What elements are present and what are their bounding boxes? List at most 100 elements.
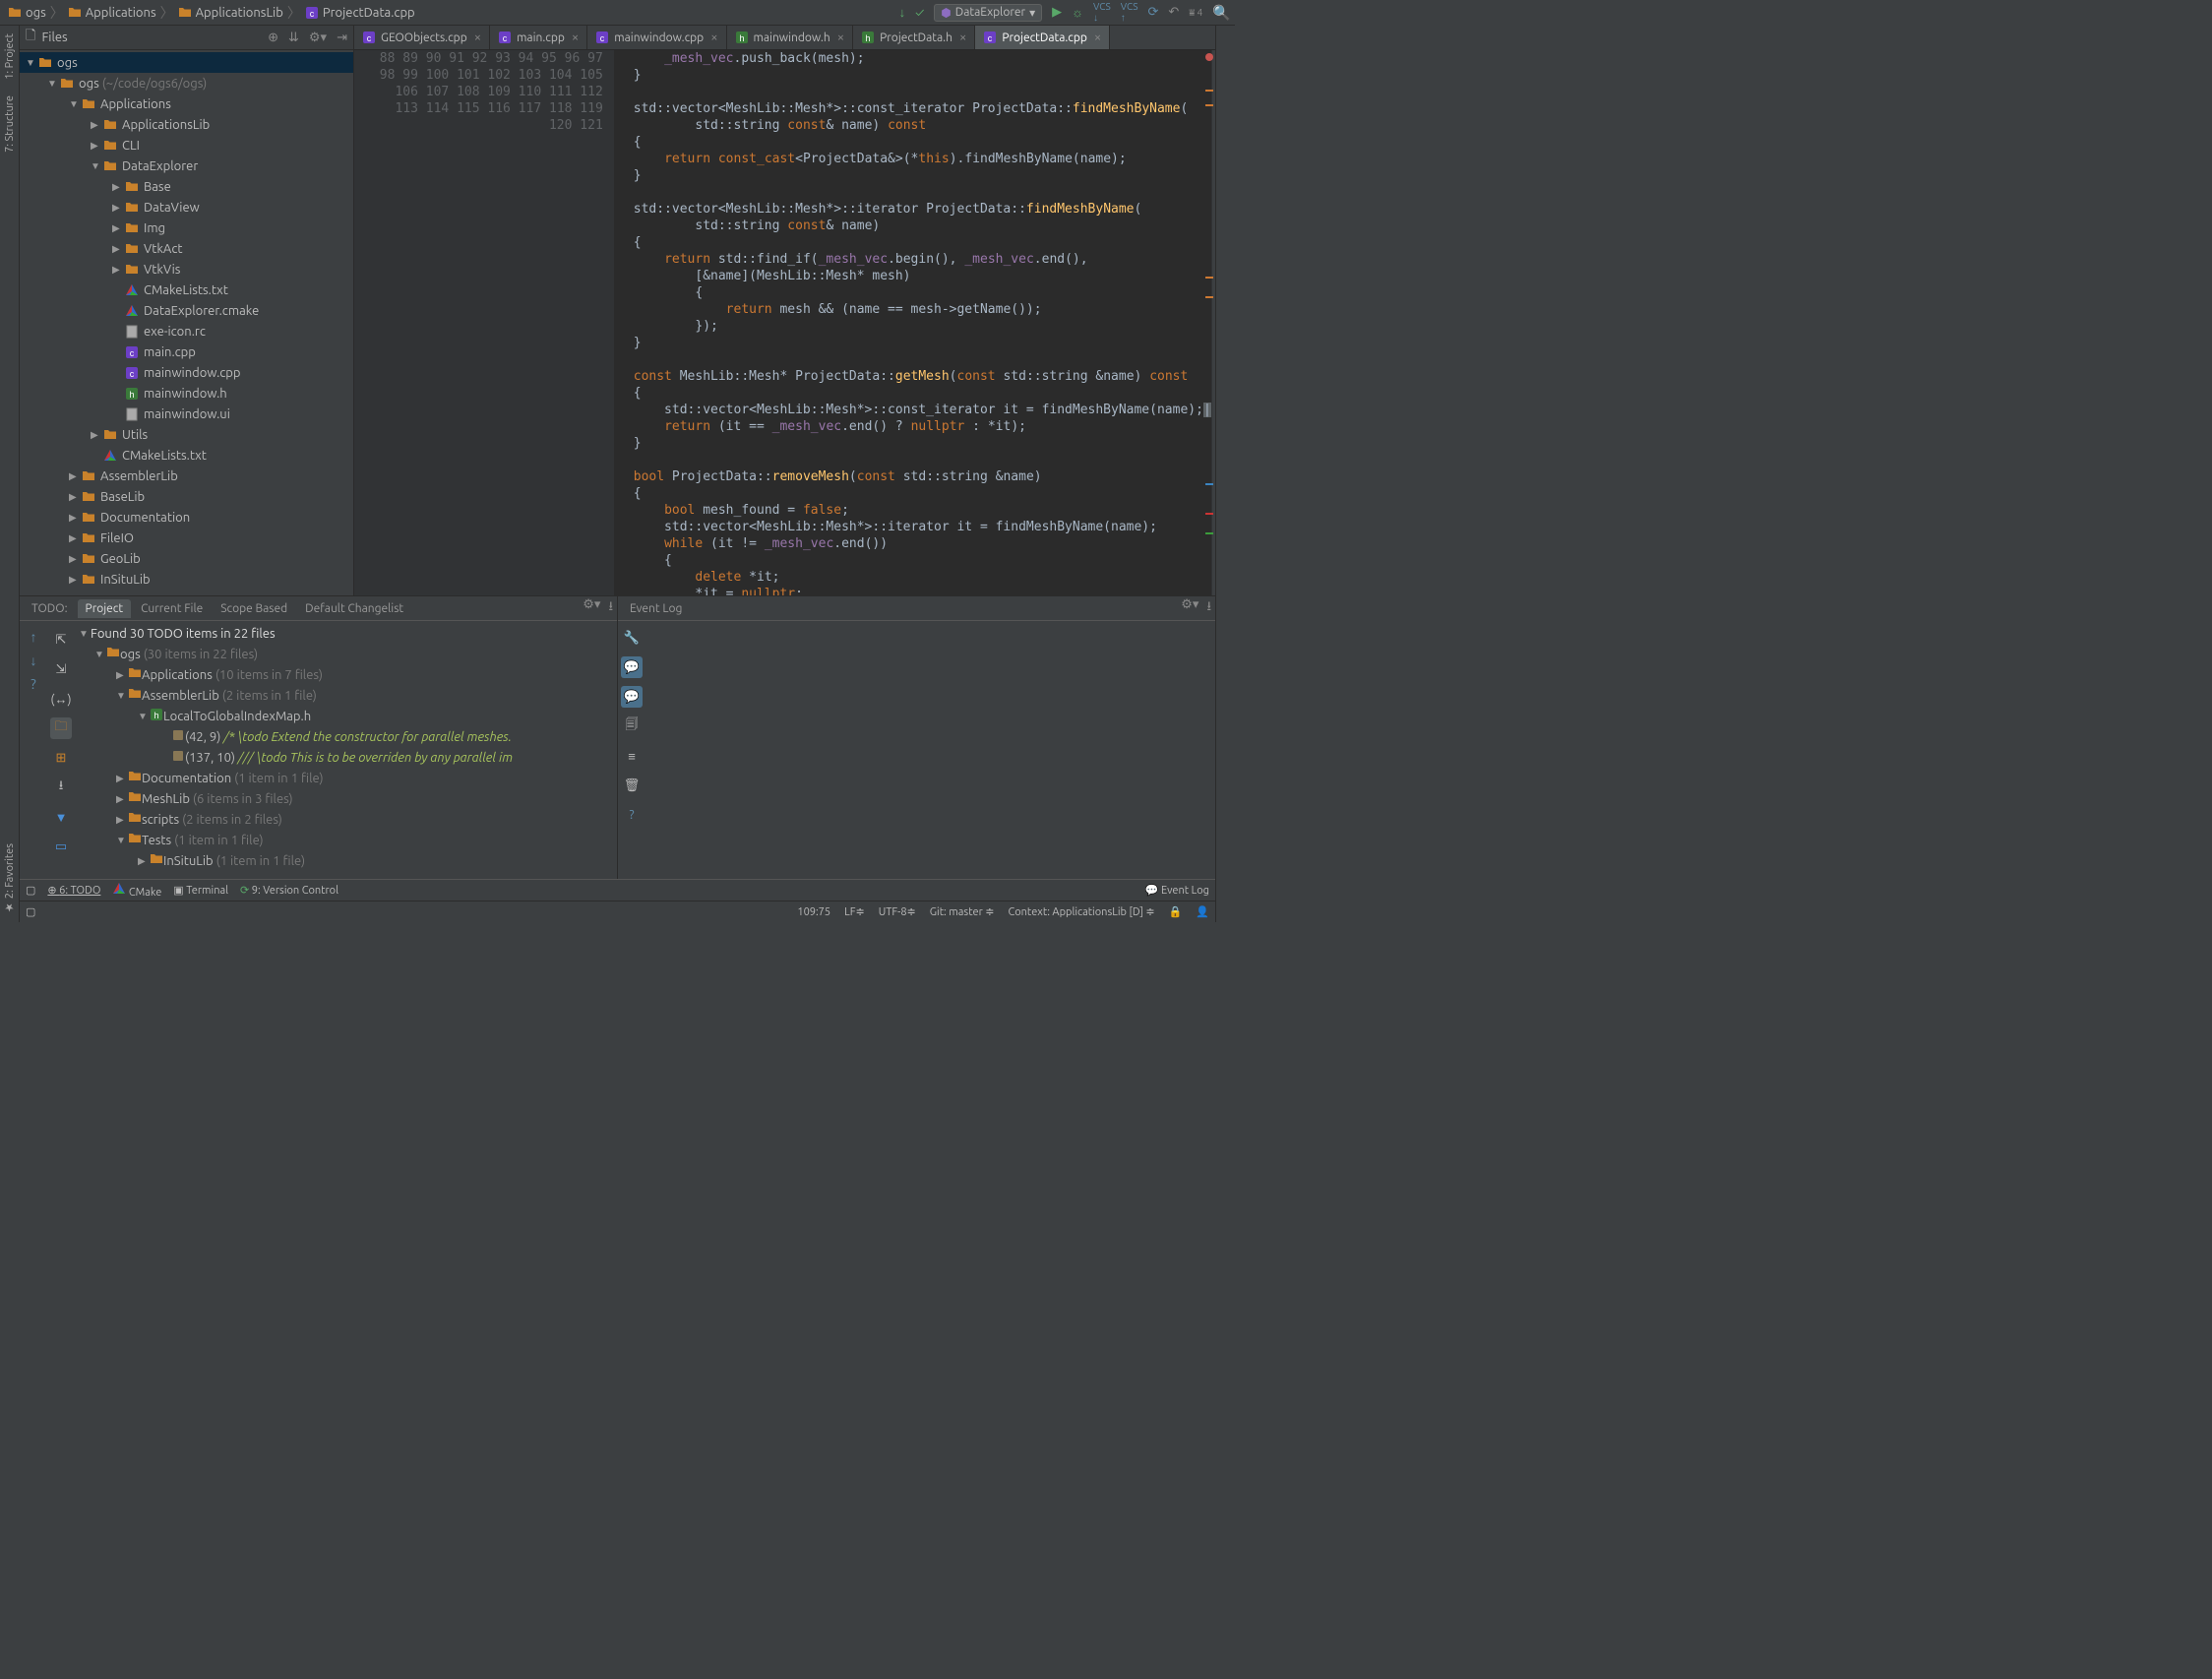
tree-item[interactable]: ▶FileIO [20,528,353,548]
copy-icon[interactable]: 🗐 [621,715,643,737]
tree-item[interactable]: ▼ogs (~/code/ogs6/ogs) [20,73,353,93]
gear-icon[interactable]: ⚙▾ [1181,597,1198,619]
todo-scope-tab[interactable]: Scope Based [213,599,295,618]
gear-icon[interactable]: ⚙▾ [583,597,600,619]
help-icon[interactable]: ? [31,676,35,692]
tree-item[interactable]: ▶DataView [20,197,353,218]
todo-item[interactable]: ▶Applications (10 items in 7 files) [75,664,617,685]
tree-item[interactable]: CMakeLists.txt [20,280,353,300]
tree-item[interactable]: ▶Base [20,176,353,197]
tree-item[interactable]: ▶VtkVis [20,259,353,280]
error-stripe[interactable] [1211,50,1215,595]
tree-item[interactable]: mainwindow.cpp [20,362,353,383]
target-icon[interactable]: ⊕ [268,31,278,45]
tree-item[interactable]: mainwindow.ui [20,404,353,424]
breadcrumb-item[interactable]: ogs [4,6,50,20]
tree-item[interactable]: ▶BaseLib [20,486,353,507]
todo-scope-tab[interactable]: Current File [133,599,211,618]
group-icon[interactable]: 🗀 [50,717,72,739]
breadcrumb-item[interactable]: Applications [64,6,160,20]
close-icon[interactable]: × [959,31,966,44]
todo-scope-tab[interactable]: Project [78,599,132,618]
event-log-tab[interactable]: Event Log [622,599,690,618]
tree-item[interactable]: CMakeLists.txt [20,445,353,466]
tree-item[interactable]: ▶ApplicationsLib [20,114,353,135]
todo-tool-button[interactable]: ⊕ 6: TODO [47,884,100,897]
balloons-icon[interactable]: 💬 [621,686,643,708]
tool-window-favorites[interactable]: ★ 2: Favorites [3,843,16,914]
trash-icon[interactable]: 🗑 [621,775,643,796]
vcs-icon[interactable]: VCS↓ [1093,1,1111,24]
editor-tab[interactable]: main.cpp× [490,26,587,49]
close-icon[interactable]: × [1094,31,1101,44]
editor-tab[interactable]: ProjectData.h× [853,26,975,49]
search-icon[interactable]: 🔍 [1212,4,1231,22]
close-icon[interactable]: × [710,31,717,44]
close-icon[interactable]: × [474,31,481,44]
toggle-icon[interactable]: ▢ [26,884,35,897]
tool-window-project[interactable]: 1: Project [4,33,16,80]
todo-tree[interactable]: ▼Found 30 TODO items in 22 files ▼ogs (3… [75,621,617,879]
tree-item[interactable]: ▶VtkAct [20,238,353,259]
line-ending[interactable]: LF≑ [844,905,865,918]
close-icon[interactable]: × [837,31,844,44]
tree-item[interactable]: ▶GeoLib [20,548,353,569]
breadcrumb-item[interactable]: ProjectData.cpp [301,6,419,20]
tree-item[interactable]: main.cpp [20,342,353,362]
flatten-icon[interactable]: ⊞ [50,747,72,769]
preview-icon[interactable]: ▭ [50,836,72,857]
export-icon[interactable]: ⭳ [50,777,72,798]
tool-window-structure[interactable]: 7: Structure [4,95,16,153]
expand-icon[interactable]: ⇱ [50,629,72,651]
run-config-select[interactable]: ⬢ DataExplorer ▾ [934,4,1042,22]
status-icon[interactable]: ▢ [26,905,35,918]
vcs-up-icon[interactable]: ✓ [915,6,924,20]
tree-item[interactable]: ▶InSituLib [20,569,353,590]
todo-scope-tab[interactable]: Default Changelist [297,599,411,618]
autoscroll-icon[interactable]: (↔) [50,688,72,710]
breadcrumb-item[interactable]: ApplicationsLib [174,6,287,20]
todo-item[interactable]: ▶scripts (2 items in 2 files) [75,809,617,830]
up-arrow-icon[interactable]: ↑ [31,629,37,645]
collapse-icon[interactable]: ⇲ [50,658,72,680]
git-branch[interactable]: Git: master ≑ [930,905,995,918]
vcs-icon2[interactable]: VCS↑ [1121,1,1138,24]
tree-item[interactable]: ▼DataExplorer [20,155,353,176]
tree-item[interactable]: ▶AssemblerLib [20,466,353,486]
tree-item[interactable]: ▶Utils [20,424,353,445]
event-log-tool-button[interactable]: 💬 Event Log [1145,884,1209,897]
lock-icon[interactable]: 🔒 [1169,905,1183,918]
todo-scope-tab[interactable]: TODO: [24,599,76,618]
wrench-icon[interactable]: 🔧 [621,627,643,649]
editor-tab[interactable]: mainwindow.h× [727,26,854,49]
inspector-icon[interactable]: 👤 [1196,905,1209,918]
code-editor[interactable]: 88 89 90 91 92 93 94 95 96 97 98 99 100 … [354,50,1215,595]
todo-item[interactable]: (42, 9) /* \todo Extend the constructor … [75,726,617,747]
todo-item[interactable]: ▶MeshLib (6 items in 3 files) [75,788,617,809]
tree-item[interactable]: ▼Applications [20,93,353,114]
hide-icon[interactable]: ⇥ [337,31,347,45]
todo-item[interactable]: ▶InSituLib (1 item in 1 file) [75,850,617,871]
vcs-tool-button[interactable]: ⟳ 9: Version Control [240,884,338,897]
run-button[interactable]: ▶ [1052,5,1062,20]
encoding[interactable]: UTF-8≑ [879,905,916,918]
tree-item[interactable]: ▼ogs [20,52,353,73]
hide-icon[interactable]: ⭳ [608,597,613,619]
help-icon[interactable]: ? [621,804,643,826]
tree-item[interactable]: mainwindow.h [20,383,353,404]
tree-item[interactable]: ▶CLI [20,135,353,155]
close-icon[interactable]: × [572,31,579,44]
terminal-tool-button[interactable]: ▣ Terminal [173,884,228,897]
editor-tab[interactable]: GEOObjects.cpp× [354,26,490,49]
cmake-tool-button[interactable]: CMake [112,882,161,899]
context-select[interactable]: Context: ApplicationsLib [D] ≑ [1008,905,1154,918]
project-tree[interactable]: ▼ogs▼ogs (~/code/ogs6/ogs)▼Applications▶… [20,50,353,595]
editor-tab[interactable]: mainwindow.cpp× [587,26,726,49]
balloon-icon[interactable]: 💬 [621,656,643,678]
todo-item[interactable]: ▼Tests (1 item in 1 file) [75,830,617,850]
vcs-down-icon[interactable]: ↓ [899,5,906,20]
filter-icon[interactable]: ▼ [50,806,72,828]
todo-item[interactable]: ▼AssemblerLib (2 items in 1 file) [75,685,617,706]
hide-icon[interactable]: ⭳ [1206,597,1211,619]
tree-item[interactable]: DataExplorer.cmake [20,300,353,321]
